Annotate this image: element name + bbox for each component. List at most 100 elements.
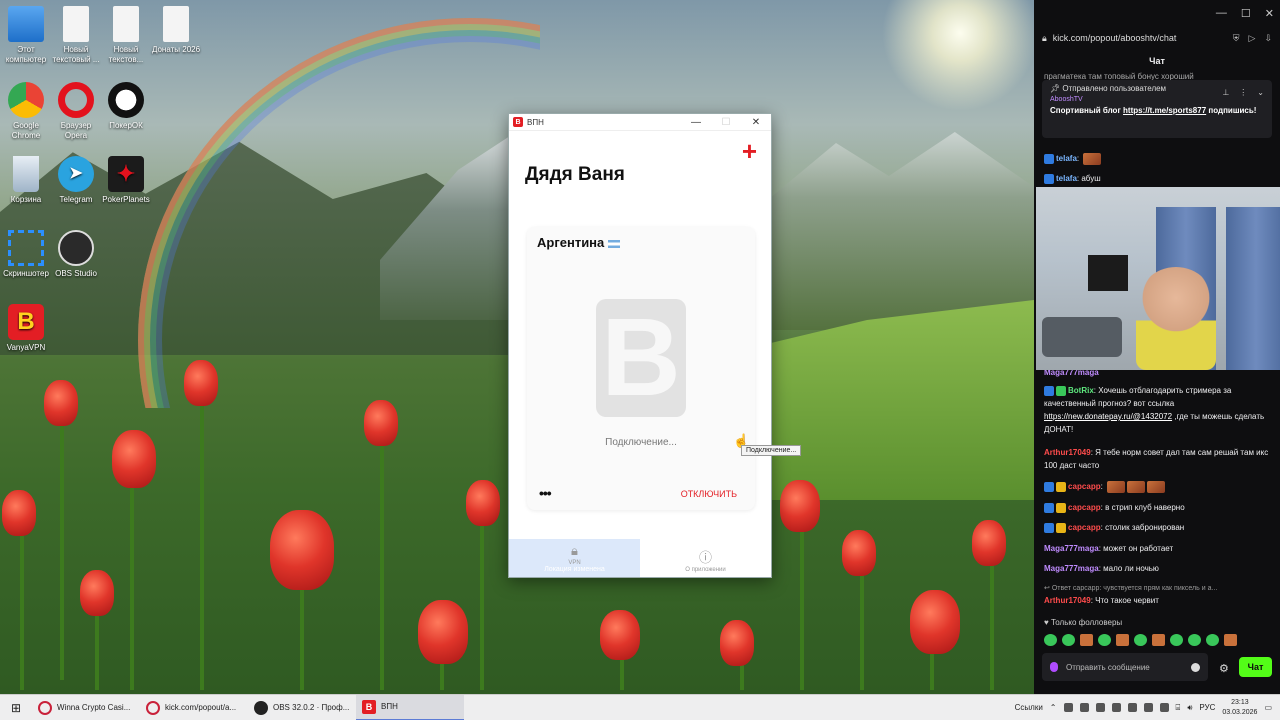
- chat-message: BotRix: Хочешь отблагодарить стримера за…: [1044, 385, 1265, 434]
- chat-username[interactable]: Maga777maga: [1044, 564, 1099, 573]
- chat-message-input[interactable]: Отправить сообщение: [1042, 653, 1208, 681]
- shield-icon[interactable]: ⛨: [1233, 33, 1240, 44]
- tray-app-icon[interactable]: [1079, 703, 1089, 712]
- chat-username[interactable]: telafa: [1056, 154, 1077, 163]
- clock[interactable]: 23:13 03.03.2026: [1222, 698, 1257, 718]
- desktop-icon-donations-file[interactable]: Донаты 2026: [150, 6, 202, 55]
- links-toolbar[interactable]: Ссылки: [1015, 703, 1043, 712]
- text-file-icon: [163, 6, 189, 42]
- pinned-author[interactable]: AbooshTV: [1050, 96, 1264, 103]
- close-button[interactable]: ✕: [741, 114, 771, 130]
- desktop-icon-text-file[interactable]: Новый текстов...: [100, 6, 152, 65]
- chat-message: Arthur17049: Что такое червит: [1044, 596, 1159, 605]
- pinned-link[interactable]: https://t.me/sports877: [1123, 106, 1206, 115]
- desktop-icon-vanyavpn[interactable]: B VanyaVPN: [0, 304, 52, 353]
- chat-username[interactable]: Maga777maga: [1044, 544, 1099, 553]
- send-chat-button[interactable]: Чат: [1239, 657, 1272, 677]
- emote-icon[interactable]: [1062, 634, 1075, 646]
- emote-icon[interactable]: [1152, 634, 1165, 646]
- emote-icon: [1147, 480, 1166, 493]
- chat-header: Чат: [1149, 56, 1165, 66]
- pokerplanets-icon: ✦: [108, 156, 144, 192]
- mic-icon[interactable]: [1050, 662, 1058, 672]
- maximize-button[interactable]: ☐: [711, 114, 741, 130]
- desktop-icon-screenshot[interactable]: Скриншотер: [0, 230, 52, 279]
- text-file-icon: [113, 6, 139, 42]
- chat-username[interactable]: BotRix: [1068, 386, 1094, 395]
- tray-app-icon[interactable]: [1143, 703, 1153, 712]
- chat-text: Ответ сарсарр: чувствуется прям как пикс…: [1051, 585, 1218, 592]
- desktop-icon-chrome[interactable]: Google Chrome: [0, 82, 52, 141]
- volume-icon[interactable]: 🔊︎: [1187, 703, 1192, 713]
- vpn-country[interactable]: Аргентина: [537, 235, 621, 250]
- taskbar-item[interactable]: OBS 32.0.2 · Проф...: [248, 695, 356, 720]
- tray-app-icon[interactable]: [1095, 703, 1105, 712]
- desktop-icon-opera[interactable]: Браузер Opera: [50, 82, 102, 141]
- taskbar-item[interactable]: Winna Crypto Casi...: [32, 695, 140, 720]
- emote-icon[interactable]: [1044, 634, 1057, 646]
- desktop-icon-pokerplanets[interactable]: ✦ PokerPlanets: [100, 156, 152, 205]
- chat-username[interactable]: сарсарр: [1068, 482, 1101, 491]
- tray-app-icon[interactable]: [1159, 703, 1169, 712]
- emote-icon[interactable]: [1170, 634, 1183, 646]
- tray-app-icon[interactable]: [1111, 703, 1121, 712]
- minimize-button[interactable]: —: [681, 114, 711, 130]
- pinned-message: 📌︎ Отправлено пользователем AbooshTV Спо…: [1042, 80, 1272, 138]
- badge-icon: [1044, 522, 1054, 533]
- more-vertical-icon[interactable]: ⋮: [1239, 88, 1247, 97]
- tab-about[interactable]: ⓘ О приложении: [640, 539, 771, 577]
- chat-username[interactable]: Arthur17049: [1044, 596, 1091, 605]
- tray-app-icon[interactable]: [1127, 703, 1137, 712]
- vanyavpn-icon: B: [8, 304, 44, 340]
- chevron-down-icon[interactable]: ⌄: [1257, 88, 1264, 97]
- chat-username[interactable]: сарсарр: [1068, 503, 1101, 512]
- desktop-icon-recycle-bin[interactable]: Корзина: [0, 156, 52, 205]
- pin-icon[interactable]: ⊥: [1222, 88, 1229, 97]
- crown-icon: [1056, 481, 1066, 492]
- emote-icon[interactable]: [1098, 634, 1111, 646]
- emote-icon[interactable]: [1134, 634, 1147, 646]
- language-indicator[interactable]: РУС: [1199, 703, 1215, 712]
- chat-link[interactable]: https://new.donatepay.ru/@1432072: [1044, 412, 1172, 421]
- chat-text: может он работает: [1103, 544, 1174, 553]
- desktop-icon-telegram[interactable]: ➤ Telegram: [50, 156, 102, 205]
- desktop-icon-text-file[interactable]: Новый текстовый ...: [50, 6, 102, 65]
- disconnect-button[interactable]: ОТКЛЮЧИТЬ: [681, 489, 737, 499]
- play-icon[interactable]: ▷: [1249, 33, 1256, 44]
- tooltip: Подключение...: [741, 445, 802, 456]
- address-bar[interactable]: 🔒︎ kick.com/popout/abooshtv/chat ⛨ ▷ ⇩: [1034, 26, 1280, 50]
- gear-icon[interactable]: ⚙: [1219, 662, 1229, 675]
- windows-start-icon[interactable]: ⊞: [0, 695, 32, 720]
- desktop-icon-pokerok[interactable]: ПокерОК: [100, 82, 152, 131]
- add-location-button[interactable]: +: [742, 138, 757, 164]
- vpn-titlebar[interactable]: B ВПН — ☐ ✕: [509, 114, 771, 131]
- chat-message: telafa: абуш: [1044, 172, 1272, 185]
- chat-username[interactable]: сарсарр: [1068, 523, 1101, 532]
- desktop-icon-obs[interactable]: OBS Studio: [50, 230, 102, 279]
- emote-icon[interactable]: [1206, 634, 1219, 646]
- minimize-button[interactable]: —: [1216, 7, 1227, 19]
- tulip-stem: [20, 530, 24, 690]
- emote-icon[interactable]: [1188, 634, 1201, 646]
- tray-app-icon[interactable]: [1063, 703, 1073, 712]
- taskbar-item-active[interactable]: B ВПН: [356, 694, 464, 720]
- close-button[interactable]: ✕: [1265, 7, 1274, 20]
- vpn-connect-button[interactable]: B: [596, 299, 686, 417]
- taskbar: ⊞ Winna Crypto Casi... kick.com/popout/a…: [0, 694, 1280, 720]
- chevron-up-icon[interactable]: ⌃: [1050, 703, 1057, 712]
- tab-vpn[interactable]: 🔒︎ VPN Локация изменена: [509, 539, 640, 577]
- taskbar-item[interactable]: kick.com/popout/a...: [140, 695, 248, 720]
- more-options-button[interactable]: •••: [539, 485, 552, 501]
- maximize-button[interactable]: ☐: [1241, 7, 1251, 20]
- url-text: kick.com/popout/abooshtv/chat: [1052, 33, 1177, 43]
- network-icon[interactable]: ⌸: [1176, 703, 1181, 713]
- download-icon[interactable]: ⇩: [1264, 33, 1272, 44]
- notifications-icon[interactable]: ▭: [1264, 703, 1272, 712]
- desktop-icon-computer[interactable]: Этот компьютер: [0, 6, 52, 65]
- emote-icon[interactable]: [1080, 634, 1093, 646]
- emote-icon[interactable]: [1224, 634, 1237, 646]
- emote-icon[interactable]: [1116, 634, 1129, 646]
- emoji-icon[interactable]: [1191, 662, 1200, 672]
- chat-username[interactable]: telafa: [1056, 174, 1077, 183]
- chat-username[interactable]: Arthur17049: [1044, 448, 1091, 457]
